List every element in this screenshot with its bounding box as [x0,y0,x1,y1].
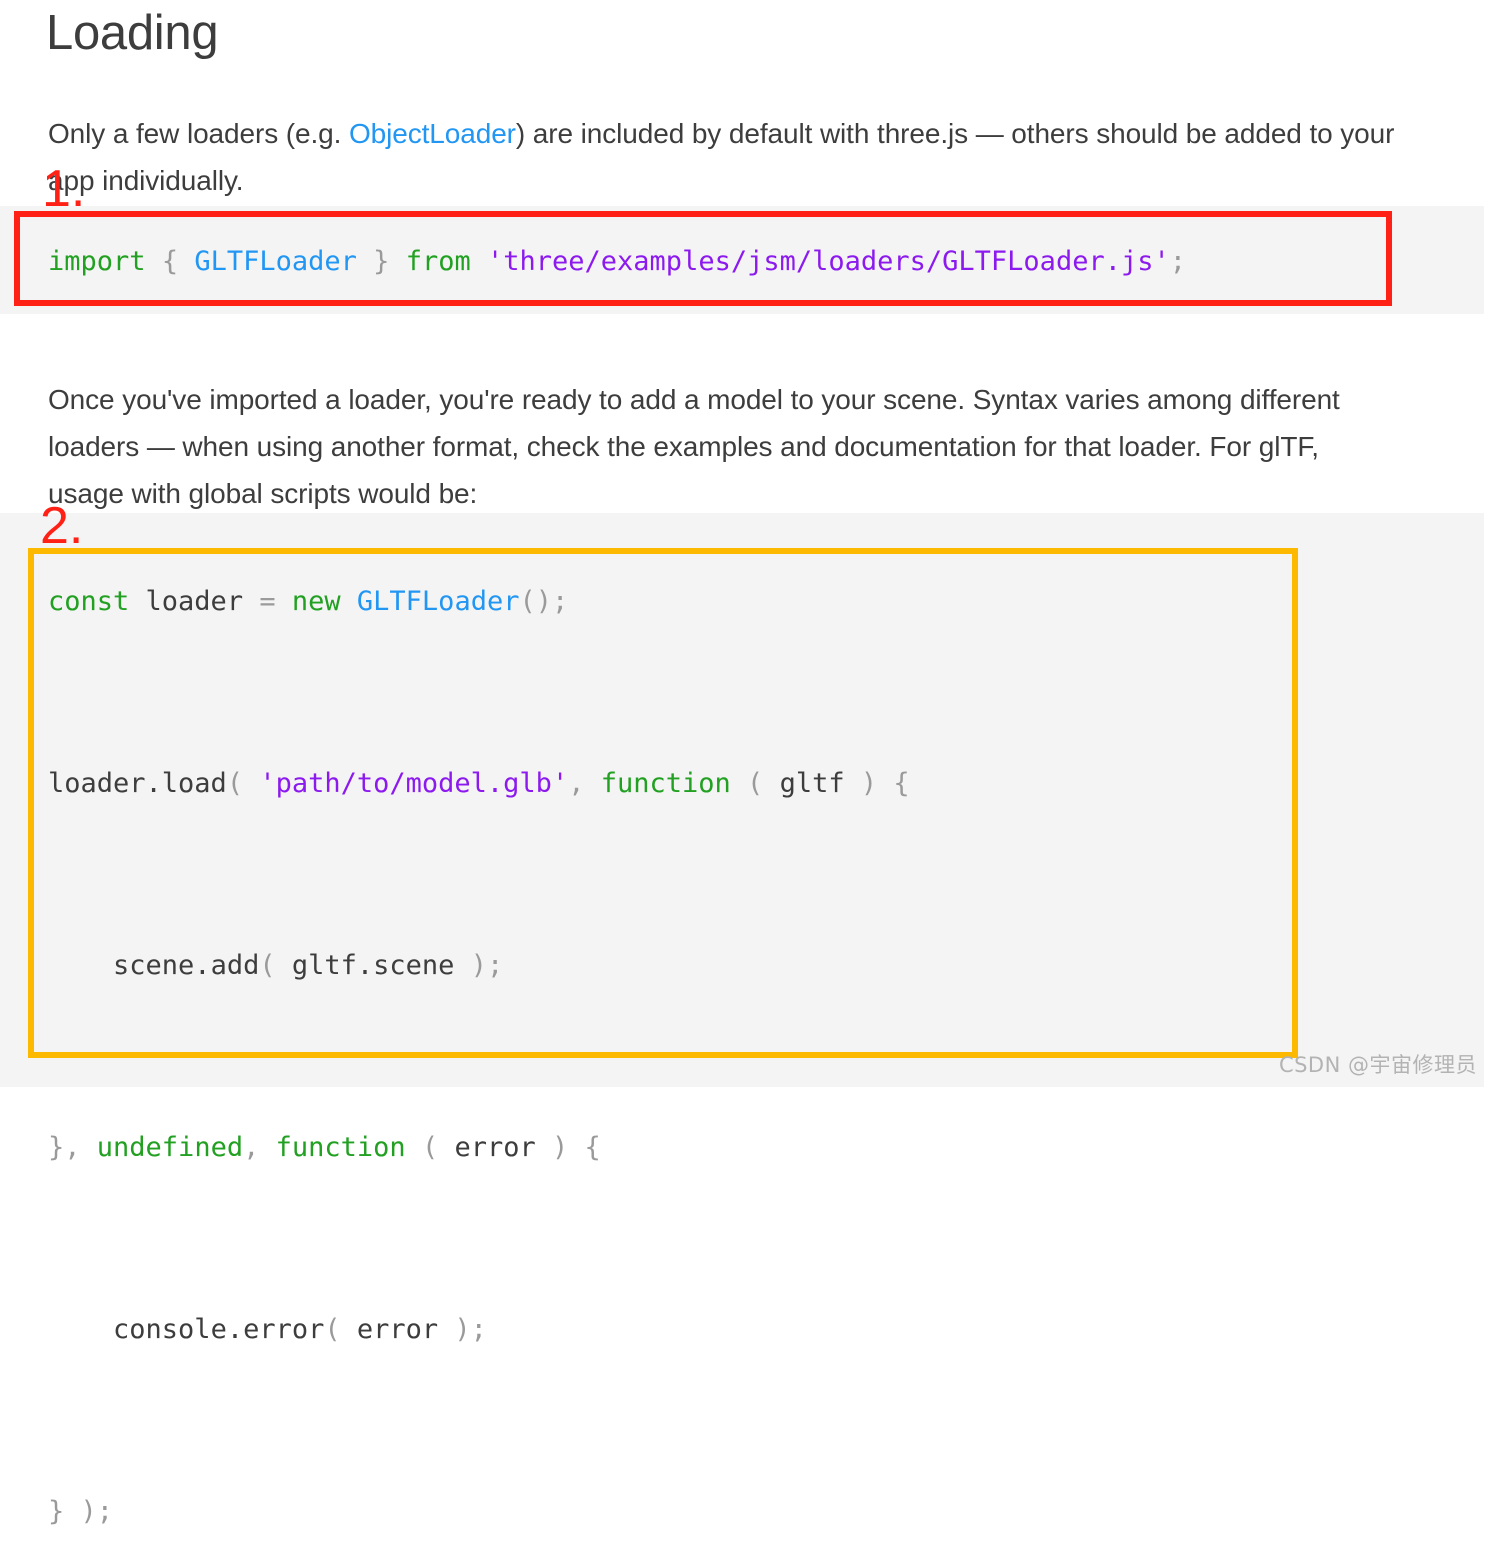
code-token: (); [519,586,569,617]
code-block-import[interactable]: import { GLTFLoader } from 'three/exampl… [0,206,1484,314]
code-token: } [373,246,390,277]
code-token: function [275,1132,406,1163]
code-token: } ); [48,1496,114,1527]
annotation-label-1: 1. [42,160,86,218]
object-loader-link[interactable]: ObjectLoader [349,118,516,149]
code-token: { [893,768,910,799]
code-token: ); [454,1314,487,1345]
code-token: ( [421,1132,439,1163]
annotation-label-2: 2. [40,497,84,555]
code-token: gltf.scene [275,950,471,981]
code-token: 'three/examples/jsm/loaders/GLTFLoader.j… [487,246,1170,277]
code-token: }, [48,1132,81,1163]
code-token: GLTFLoader [356,586,520,617]
code-token: 'path/to/model.glb' [259,768,569,799]
code-text-usage: const loader = new GLTFLoader(); loader.… [48,556,910,1557]
code-token: ( [259,950,276,981]
code-token: ); [470,950,504,981]
code-token: , [568,768,585,799]
intro-text-before-link: Only a few loaders (e.g. [48,118,349,149]
code-token: error [340,1314,455,1345]
code-block-usage[interactable]: const loader = new GLTFLoader(); loader.… [0,513,1484,1527]
page-title: Loading [46,6,219,60]
code-token: error [438,1132,552,1163]
code-token: = [259,586,276,617]
code-text-import: import { GLTFLoader } from 'three/exampl… [48,239,1186,285]
intro-paragraph: Only a few loaders (e.g. ObjectLoader) a… [48,110,1418,204]
code-token: loader.load [48,768,227,799]
code-token: gltf [763,768,861,799]
middle-paragraph: Once you've imported a loader, you're re… [48,384,1340,509]
code-token: function [600,768,731,799]
code-token: loader [129,586,260,617]
code-token: ( [324,1314,341,1345]
csdn-watermark: CSDN @宇宙修理员 [1278,1053,1477,1077]
code-token: GLTFLoader [194,246,357,277]
code-token: new [291,586,341,617]
code-token: { [161,246,179,277]
code-token: console.error [113,1314,325,1345]
code-token: ( [747,768,764,799]
code-token: , [243,1132,260,1163]
code-token: { [584,1132,601,1163]
code-token: ( [226,768,244,799]
code-token: scene.add [113,950,260,981]
code-token: undefined [96,1132,244,1163]
code-token: import [48,246,146,277]
code-token: ; [1169,246,1186,277]
code-token: ) [860,768,878,799]
code-token: ) [552,1132,569,1163]
code-token: const [48,586,130,617]
code-token: from [405,246,471,277]
